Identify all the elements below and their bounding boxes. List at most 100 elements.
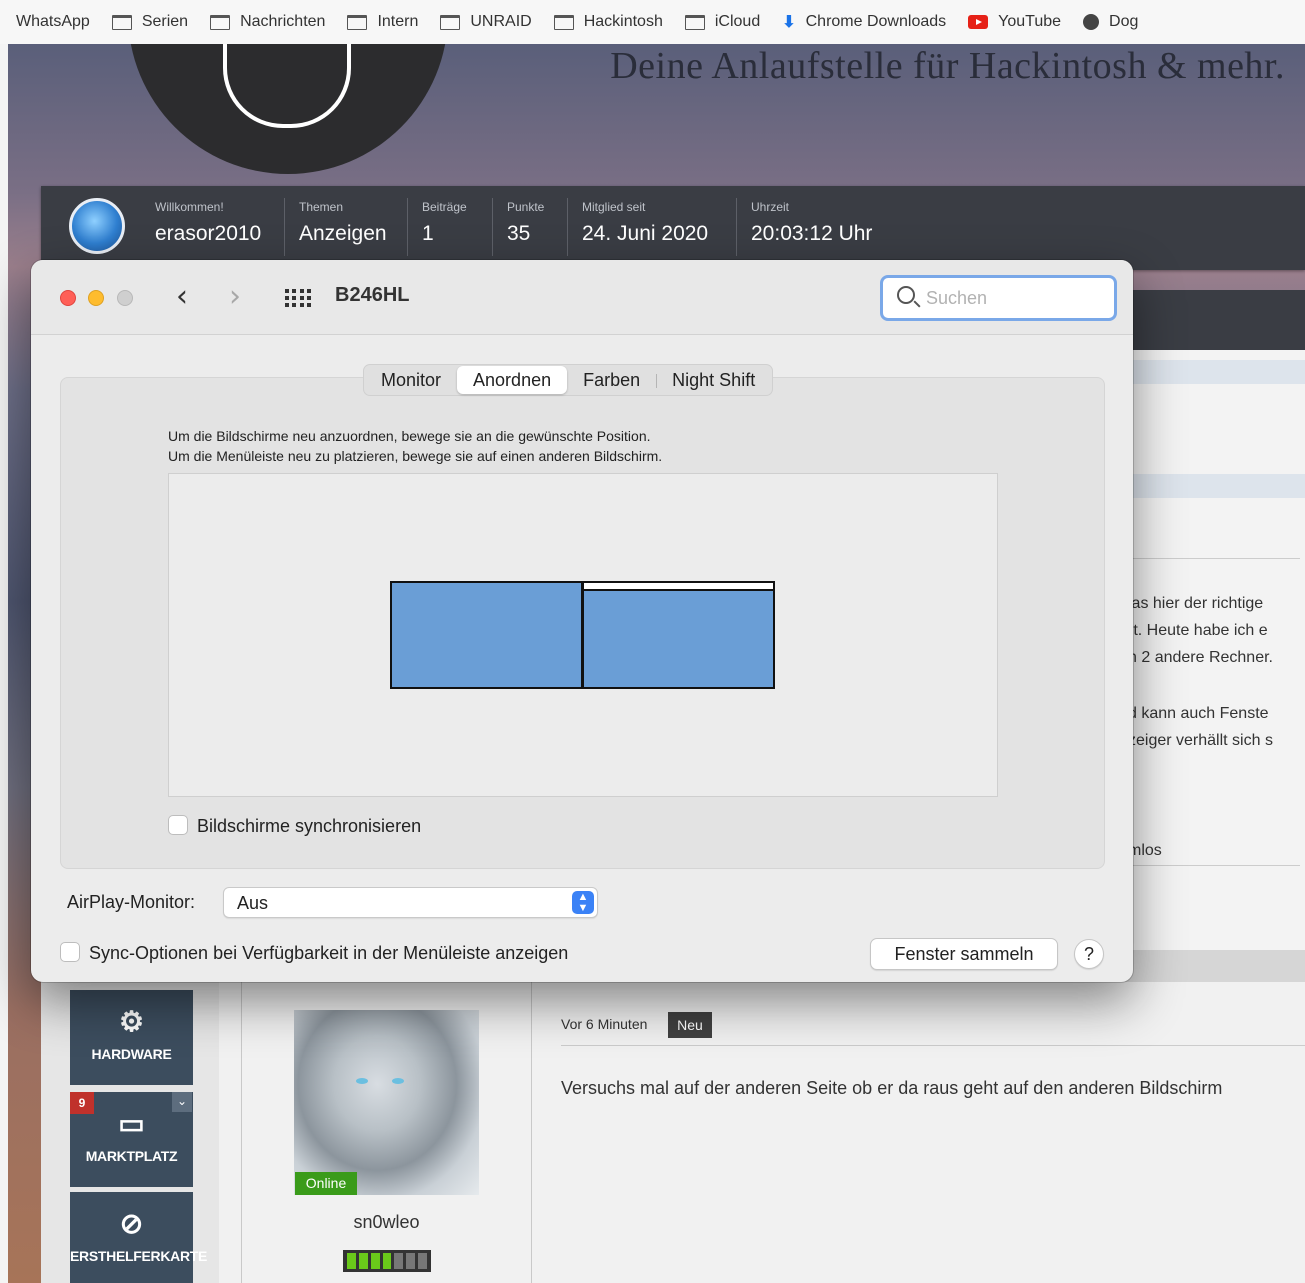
- sidebar-item-label: ERSTHELFERKARTE: [70, 1248, 208, 1264]
- bookmark-serien[interactable]: Serien: [111, 13, 188, 31]
- rank-segment: [394, 1253, 404, 1269]
- user-rank-bar: [343, 1250, 431, 1272]
- bookmark-icloud[interactable]: iCloud: [684, 13, 760, 31]
- bookmark-unraid[interactable]: UNRAID: [440, 13, 532, 31]
- bookmark-label: Dog: [1109, 13, 1139, 30]
- divider: [407, 198, 408, 256]
- sidebar-item-ersthelferkarte[interactable]: ⊘ ERSTHELFERKARTE: [70, 1192, 207, 1283]
- gather-windows-button[interactable]: Fenster sammeln: [870, 938, 1058, 970]
- tab-monitor[interactable]: Monitor: [365, 366, 457, 394]
- tab-farben[interactable]: Farben: [567, 366, 656, 394]
- mirror-displays-label: Bildschirme synchronisieren: [197, 816, 422, 836]
- avatar-detail: [356, 1078, 368, 1084]
- display-main[interactable]: [582, 581, 775, 689]
- instructions-line-1: Um die Bildschirme neu anzuordnen, beweg…: [168, 428, 651, 444]
- rank-segment: [418, 1253, 428, 1269]
- bookmark-label: WhatsApp: [16, 13, 90, 30]
- bookmark-youtube[interactable]: YouTube: [968, 13, 1061, 31]
- points-label: Punkte: [507, 200, 545, 214]
- post-author-name[interactable]: sn0wleo: [294, 1212, 479, 1233]
- window-toolbar: ‹ › B246HL: [31, 260, 1133, 335]
- sidebar-item-hardware[interactable]: ⚙ HARDWARE: [70, 990, 193, 1085]
- rank-segment: [406, 1253, 416, 1269]
- divider: [241, 980, 242, 1283]
- avatar-detail: [392, 1078, 404, 1084]
- time-block: Uhrzeit 20:03:12 Uhr: [751, 200, 872, 246]
- topics-link[interactable]: Anzeigen: [299, 222, 387, 246]
- tab-anordnen[interactable]: Anordnen: [457, 366, 568, 394]
- site-tagline: Deine Anlaufstelle für Hackintosh & mehr…: [610, 45, 1285, 87]
- bookmark-intern[interactable]: Intern: [347, 13, 418, 31]
- member-since-value: 24. Juni 2020: [582, 222, 709, 245]
- post-timestamp[interactable]: Vor 6 Minuten: [561, 1016, 647, 1032]
- minimize-button[interactable]: [88, 290, 104, 306]
- points-value[interactable]: 35: [507, 222, 544, 246]
- bookmark-nachrichten[interactable]: Nachrichten: [210, 13, 325, 31]
- divider: [736, 198, 737, 256]
- menu-bar-indicator[interactable]: [584, 583, 773, 591]
- bookmark-chrome-downloads[interactable]: ⬇ Chrome Downloads: [782, 12, 946, 32]
- compass-icon: ⊘: [119, 1208, 144, 1239]
- close-button[interactable]: [60, 290, 76, 306]
- username[interactable]: erasor2010: [155, 222, 261, 246]
- bookmark-dog[interactable]: Dog: [1083, 13, 1138, 31]
- post-text-fragment: rt. Heute habe ich e: [1128, 622, 1268, 639]
- download-icon: ⬇: [782, 14, 796, 31]
- divider: [561, 1045, 1305, 1046]
- user-bar: Willkommen! erasor2010 Themen Anzeigen B…: [41, 186, 1305, 270]
- sidebar-item-label: MARKTPLATZ: [85, 1148, 178, 1164]
- folder-icon: [210, 14, 231, 30]
- back-arrow-icon[interactable]: ‹: [176, 280, 188, 314]
- divider: [567, 198, 568, 256]
- search-field[interactable]: [880, 275, 1117, 321]
- tab-night-shift[interactable]: Night Shift: [656, 366, 771, 394]
- post-author-avatar[interactable]: [294, 1010, 479, 1195]
- post-text-fragment: n 2 andere Rechner.: [1128, 649, 1273, 666]
- bookmark-hackintosh[interactable]: Hackintosh: [553, 13, 663, 31]
- mirror-displays-checkbox[interactable]: [168, 815, 188, 835]
- sync-options-checkbox[interactable]: [60, 942, 80, 962]
- chevron-down-icon[interactable]: ⌄: [172, 1092, 192, 1112]
- divider: [1125, 558, 1300, 559]
- forum-header-bar: [1125, 950, 1305, 982]
- tab-bar: Monitor Anordnen Farben Night Shift: [363, 364, 774, 396]
- sidebar-item-label: HARDWARE: [91, 1046, 172, 1062]
- post-text-fragment: mlos: [1128, 842, 1162, 859]
- rank-segment: [382, 1253, 392, 1269]
- search-input[interactable]: [926, 286, 1106, 310]
- folder-icon: [111, 14, 132, 30]
- post-text-fragment: las hier der richtige: [1128, 595, 1264, 612]
- bookmark-label: UNRAID: [470, 13, 532, 30]
- search-icon: [897, 286, 915, 304]
- bookmark-label: Nachrichten: [240, 13, 326, 30]
- display-preferences-window: ‹ › B246HL Monitor Anordnen Farben Night…: [31, 260, 1133, 982]
- topics-label: Themen: [299, 200, 344, 214]
- folder-icon: [553, 14, 574, 30]
- show-all-grid-icon[interactable]: [285, 289, 311, 307]
- site-logo[interactable]: [128, 44, 448, 174]
- posts-block: Beiträge 1: [422, 200, 467, 246]
- rank-segment: [370, 1253, 380, 1269]
- bookmark-label: Chrome Downloads: [805, 13, 947, 30]
- member-since-block: Mitglied seit 24. Juni 2020: [582, 200, 708, 246]
- post-text-fragment: d kann auch Fenste: [1128, 705, 1269, 722]
- posts-value[interactable]: 1: [422, 222, 467, 246]
- divider: [492, 198, 493, 256]
- display-secondary[interactable]: [390, 581, 583, 689]
- post-text-fragment: zeiger verhällt sich s: [1128, 732, 1273, 749]
- points-block: Punkte 35: [507, 200, 544, 246]
- welcome-label: Willkommen!: [155, 200, 224, 214]
- bookmark-whatsapp[interactable]: WhatsApp: [16, 13, 90, 31]
- posts-label: Beiträge: [422, 200, 467, 214]
- user-avatar[interactable]: [69, 198, 125, 254]
- folder-icon: [347, 14, 368, 30]
- chevron-updown-icon: ▲ ▼: [572, 891, 594, 914]
- globe-icon: [1083, 14, 1100, 30]
- help-button[interactable]: ?: [1074, 939, 1104, 969]
- sync-options-label: Sync-Optionen bei Verfügbarkeit in der M…: [89, 943, 569, 963]
- zoom-button[interactable]: [117, 290, 133, 306]
- airplay-select[interactable]: Aus ▲ ▼: [223, 887, 598, 918]
- airplay-selected-value: Aus: [237, 893, 269, 913]
- forward-arrow-icon[interactable]: ›: [229, 280, 241, 314]
- gears-icon: ⚙: [118, 1006, 145, 1037]
